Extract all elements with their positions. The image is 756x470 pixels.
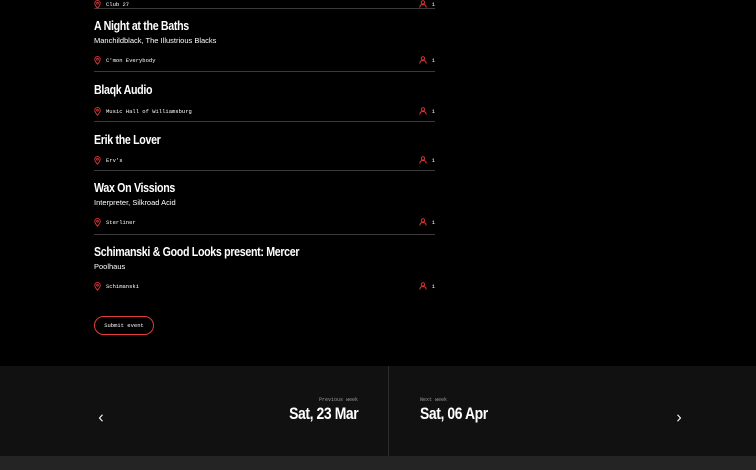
chevron-left-icon (98, 409, 104, 427)
map-pin-icon (94, 217, 101, 227)
person-icon (419, 218, 427, 226)
event-title[interactable]: Blaqk Audio (94, 82, 374, 98)
attendee-count: 1 (431, 282, 435, 290)
event-venue[interactable]: Sterliner (94, 215, 136, 229)
person-icon (419, 0, 427, 8)
event-attendees: 1 (419, 215, 435, 229)
event-item[interactable]: A Night at the Baths Manchildblack, The … (94, 9, 435, 72)
event-venue[interactable]: C'mon Everybody (94, 53, 156, 67)
week-navigation: Previous week Sat, 23 Mar Next week Sat,… (0, 366, 756, 456)
event-lineup: Poolhaus (94, 262, 126, 271)
event-title[interactable]: Erik the Lover (94, 132, 374, 148)
previous-week-link[interactable]: Previous week Sat, 23 Mar (0, 366, 389, 456)
map-pin-icon (94, 155, 101, 165)
venue-name: Club 27 (106, 0, 130, 8)
event-item[interactable]: Wax On Vissions Interpreter, Silkroad Ac… (94, 171, 435, 235)
event-meta: C'mon Everybody 1 (94, 53, 435, 67)
event-meta: Erv's 1 (94, 153, 435, 167)
attendee-count: 1 (431, 107, 435, 115)
event-title[interactable]: A Night at the Baths (94, 18, 374, 34)
next-week-label: Next week (420, 397, 448, 403)
footer-band (0, 456, 756, 470)
event-attendees: 1 (419, 53, 435, 67)
attendee-count: 1 (431, 156, 435, 164)
venue-name: Music Hall of Williamsburg (106, 107, 192, 115)
previous-week-label: Previous week (318, 397, 358, 403)
venue-name: Schimanski (106, 282, 140, 290)
person-icon (419, 156, 427, 164)
person-icon (419, 282, 427, 290)
event-venue[interactable]: Music Hall of Williamsburg (94, 104, 192, 118)
attendee-count: 1 (431, 0, 435, 8)
event-meta: Music Hall of Williamsburg 1 (94, 104, 435, 118)
next-week-date: Sat, 06 Apr (420, 404, 488, 423)
person-icon (419, 56, 427, 64)
event-item[interactable]: Blaqk Audio Music Hall of Williamsburg 1 (94, 72, 435, 122)
event-lineup: Manchildblack, The Illustrious Blacks (94, 36, 217, 45)
map-pin-icon (94, 281, 101, 291)
submit-event-button[interactable]: Submit event (94, 316, 154, 335)
map-pin-icon (94, 55, 101, 65)
map-pin-icon (94, 0, 101, 9)
next-week-link[interactable]: Next week Sat, 06 Apr (389, 366, 756, 456)
person-icon (419, 107, 427, 115)
event-title[interactable]: Schimanski & Good Looks present: Mercer (94, 244, 374, 260)
event-attendees: 1 (419, 153, 435, 167)
event-lineup: Interpreter, Silkroad Acid (94, 198, 176, 207)
venue-name: C'mon Everybody (106, 56, 156, 64)
event-item[interactable]: Club 27 1 (94, 0, 435, 9)
previous-week-date: Sat, 23 Mar (288, 404, 359, 423)
event-item[interactable]: Erik the Lover Erv's 1 (94, 122, 435, 171)
venue-name: Sterliner (106, 218, 136, 226)
event-title[interactable]: Wax On Vissions (94, 180, 374, 196)
event-venue[interactable]: Schimanski (94, 279, 139, 293)
venue-name: Erv's (106, 156, 123, 164)
event-attendees: 1 (419, 104, 435, 118)
event-meta: Schimanski 1 (94, 279, 435, 293)
event-item[interactable]: Schimanski & Good Looks present: Mercer … (94, 235, 435, 297)
event-venue[interactable]: Erv's (94, 153, 123, 167)
attendee-count: 1 (431, 218, 435, 226)
event-list: Club 27 1 A Night at the Baths Manchildb… (94, 0, 435, 297)
event-meta: Sterliner 1 (94, 215, 435, 229)
attendee-count: 1 (431, 56, 435, 64)
chevron-right-icon (676, 409, 682, 427)
map-pin-icon (94, 106, 101, 116)
event-attendees: 1 (419, 279, 435, 293)
